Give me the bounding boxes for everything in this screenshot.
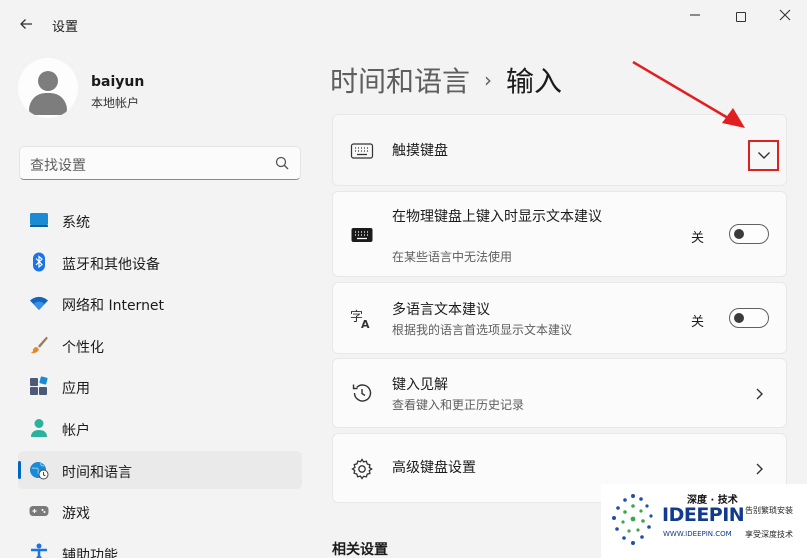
card-title: 高级键盘设置	[392, 460, 476, 476]
close-button[interactable]	[768, 4, 802, 30]
back-button[interactable]	[14, 12, 38, 36]
watermark-url: WWW.IDEEPIN.COM	[663, 530, 732, 538]
watermark-tagline: 告别繁琐安装	[745, 506, 793, 515]
gear-icon	[351, 458, 373, 480]
brush-icon	[30, 336, 48, 353]
search-input[interactable]: 查找设置	[19, 146, 301, 180]
app-title: 设置	[52, 20, 79, 35]
avatar-body	[29, 93, 67, 115]
svg-text:A: A	[361, 318, 370, 330]
keyboard-outline-icon	[350, 143, 374, 159]
sidebar-nav: 系统 蓝牙和其他设备 网络和 Internet 个性化 应用 帐户 时间和语言 …	[18, 201, 302, 558]
sidebar-item-bluetooth[interactable]: 蓝牙和其他设备	[18, 243, 302, 281]
breadcrumb-parent[interactable]: 时间和语言	[330, 65, 470, 98]
toggle-state-label: 关	[690, 231, 704, 246]
gamepad-icon	[29, 506, 49, 517]
accessibility-icon	[31, 543, 47, 558]
watermark-tagline: 享受深度技术	[745, 530, 793, 539]
watermark-brand: IDEEPIN	[662, 504, 745, 526]
toggle-knob	[734, 229, 744, 239]
card-title: 键入见解	[392, 377, 448, 393]
avatar-head	[38, 71, 58, 91]
apps-icon	[30, 376, 48, 396]
physical-keyboard-suggestions-card: 在物理键盘上键入时显示文本建议 在某些语言中无法使用 关	[332, 191, 787, 277]
related-settings-header: 相关设置	[332, 542, 388, 558]
card-subtitle: 根据我的语言首选项显示文本建议	[392, 323, 573, 337]
user-profile[interactable]: baiyun 本地帐户	[18, 58, 298, 122]
search-icon	[275, 156, 289, 170]
card-title: 触摸键盘	[392, 143, 448, 159]
sidebar-item-network[interactable]: 网络和 Internet	[18, 284, 302, 322]
sidebar-item-label: 系统	[62, 215, 90, 231]
sidebar-item-accessibility[interactable]: 辅助功能	[18, 534, 302, 558]
maximize-button[interactable]	[724, 4, 758, 30]
avatar	[18, 58, 78, 118]
sidebar-item-time-language[interactable]: 时间和语言	[18, 450, 302, 489]
breadcrumb-separator: ›	[484, 68, 493, 92]
sidebar-item-label: 蓝牙和其他设备	[62, 256, 160, 273]
watermark: 深度 · 技术 IDEEPIN WWW.IDEEPIN.COM 告别繁琐安装 享…	[601, 484, 807, 558]
chevron-right-icon	[756, 463, 763, 475]
card-title: 多语言文本建议	[392, 302, 490, 318]
card-subtitle: 在某些语言中无法使用	[392, 250, 513, 264]
minimize-icon	[690, 14, 700, 16]
close-icon	[779, 9, 791, 21]
card-title: 在物理键盘上键入时显示文本建议	[392, 209, 602, 225]
sidebar-item-gaming[interactable]: 游戏	[18, 492, 302, 530]
sidebar-item-label: 时间和语言	[62, 464, 132, 481]
title-bar: 设置	[0, 0, 807, 46]
sidebar-item-personalization[interactable]: 个性化	[18, 326, 302, 364]
account-type: 本地帐户	[91, 96, 140, 110]
keyboard-icon	[351, 228, 373, 242]
sidebar-item-label: 网络和 Internet	[62, 298, 165, 315]
ideepin-logo-icon	[612, 494, 653, 545]
chevron-down-icon	[758, 152, 770, 159]
sidebar-item-label: 应用	[62, 381, 90, 398]
breadcrumb-current: 输入	[506, 65, 563, 98]
globe-clock-icon	[30, 461, 49, 480]
sidebar-item-apps[interactable]: 应用	[18, 367, 302, 405]
touch-keyboard-card[interactable]: 触摸键盘	[332, 114, 787, 186]
sidebar-item-accounts[interactable]: 帐户	[18, 409, 302, 447]
toggle-state-label: 关	[690, 315, 704, 330]
sidebar-item-system[interactable]: 系统	[18, 201, 302, 239]
user-name: baiyun	[91, 74, 145, 90]
selection-indicator	[18, 460, 21, 479]
sidebar-item-label: 个性化	[62, 339, 104, 356]
minimize-button[interactable]	[678, 4, 712, 30]
bluetooth-icon	[33, 252, 45, 272]
physical-keyboard-suggestions-toggle[interactable]	[729, 224, 769, 244]
system-icon	[30, 213, 48, 227]
multilingual-suggestions-card: 字 A 多语言文本建议 根据我的语言首选项显示文本建议 关	[332, 282, 787, 354]
chevron-right-icon	[756, 388, 763, 400]
sidebar-item-label: 游戏	[62, 506, 90, 523]
page-title: 时间和语言 › 输入	[330, 60, 562, 100]
sidebar-item-label: 帐户	[62, 422, 90, 439]
arrow-left-icon	[20, 19, 32, 29]
maximize-icon	[736, 12, 746, 22]
sidebar-item-label: 辅助功能	[62, 547, 118, 558]
multilingual-suggestions-toggle[interactable]	[729, 308, 769, 328]
search-placeholder: 查找设置	[30, 158, 86, 174]
language-icon: 字 A	[350, 310, 370, 330]
account-icon	[31, 418, 47, 437]
expand-button[interactable]	[748, 140, 779, 171]
card-subtitle: 查看键入和更正历史记录	[392, 398, 525, 412]
typing-insights-card[interactable]: 键入见解 查看键入和更正历史记录	[332, 358, 787, 428]
wifi-icon	[30, 297, 48, 311]
history-icon	[352, 384, 372, 402]
toggle-knob	[734, 313, 744, 323]
